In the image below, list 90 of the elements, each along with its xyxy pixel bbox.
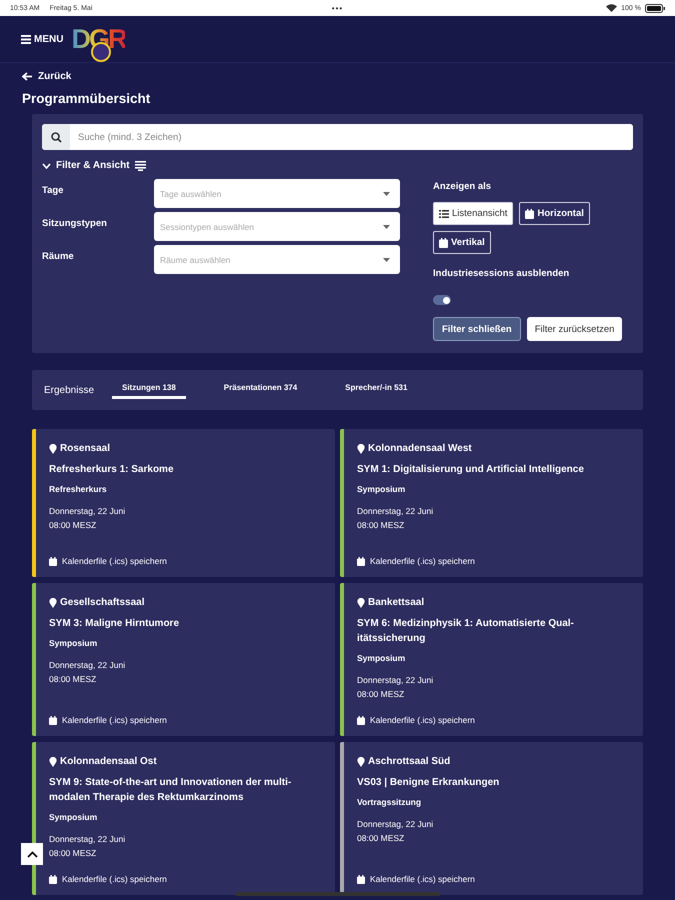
caret-icon	[383, 192, 390, 196]
results-tab[interactable]: Präsentationen 374	[214, 383, 308, 399]
session-type: Symposium	[49, 812, 98, 822]
calendar-link[interactable]: Kalenderfile (.ics) speichern	[357, 701, 475, 725]
session-time: 08:00 MESZ	[357, 688, 404, 701]
toggle-switch[interactable]	[433, 295, 451, 305]
scroll-top-button[interactable]	[21, 843, 43, 865]
pin-icon	[357, 444, 365, 454]
arrow-left-icon	[22, 72, 32, 80]
calendar-link[interactable]: Kalenderfile (.ics) speichern	[49, 860, 167, 884]
view-option[interactable]: Listenansicht	[433, 202, 514, 225]
session-card[interactable]: Kolonnadensaal West SYM 1: Digitalisierung und Artificial Intelligence Symposium Donnerstag, 22 Juni 08:00 MESZ Kalenderfile (.ics) speichern	[340, 429, 643, 577]
session-time: 08:00 MESZ	[49, 519, 96, 532]
list-icon	[439, 210, 449, 218]
filter-button[interactable]: Filter zurücksetzen	[526, 317, 622, 341]
session-card[interactable]: Rosensaal Refresherkurs 1: Sarkome Refresherkurs Donnerstag, 22 Juni 08:00 MESZ Kalenderfile (.ics) speichern	[32, 429, 335, 577]
calendar-icon	[357, 874, 365, 884]
calendar-link[interactable]: Kalenderfile (.ics) speichern	[49, 701, 167, 725]
room-name: Bankettsaal	[368, 597, 424, 608]
results-tab[interactable]: Sitzungen 138	[112, 383, 186, 399]
room-name: Kolonnadensaal Ost	[60, 756, 157, 767]
calendar-icon	[525, 208, 534, 218]
filter-button[interactable]: Filter schließen	[433, 317, 521, 341]
pin-icon	[357, 756, 365, 766]
view-option[interactable]: Vertikal	[433, 231, 491, 254]
page-title: Programmübersicht	[22, 91, 152, 106]
caret-icon	[383, 224, 390, 228]
filter-toggle[interactable]: Filter & Ansicht	[42, 160, 146, 171]
session-date: Donnerstag, 22 Juni	[357, 674, 434, 687]
menu-icon	[21, 34, 31, 44]
session-type: Symposium	[357, 653, 406, 663]
view-label: Anzeigen als	[433, 181, 492, 192]
results-label: Ergebnisse	[44, 384, 96, 396]
session-card[interactable]: Gesellschaftssaal SYM 3: Maligne Hirntumore Symposium Donnerstag, 22 Juni 08:00 MESZ Kalenderfile (.ics) speichern	[32, 583, 335, 736]
session-title: SYM 6: Medizinphysik 1: Automatisierte Qual-itätssicherung	[357, 617, 575, 646]
session-title: SYM 9: State-of-the-art und Innovationen der multi-modalen Therapie des Rektumkarzinoms	[49, 776, 292, 805]
session-time: 08:00 MESZ	[357, 832, 404, 845]
session-type: Vortragssitzung	[357, 797, 422, 807]
session-type: Symposium	[357, 484, 406, 494]
pin-icon	[49, 598, 57, 608]
calendar-icon	[49, 716, 57, 724]
session-time: 08:00 MESZ	[357, 519, 404, 532]
filter-icon	[134, 160, 146, 170]
search-icon	[50, 132, 62, 142]
room-name: Gesellschaftssaal	[60, 597, 144, 608]
filter-label: Räume	[42, 250, 75, 262]
pin-icon	[49, 756, 57, 766]
session-card[interactable]: Bankettsaal SYM 6: Medizinphysik 1: Automatisierte Qual-itätssicherung Symposium Donnerstag, 22 Juni 08:00 MESZ Kalenderfile (.ics) speichern	[340, 583, 643, 736]
calendar-icon	[49, 556, 57, 566]
toggle-label: Industriesessions ausblenden	[433, 268, 570, 279]
caret-icon	[383, 258, 390, 262]
filter-label: Tage	[42, 184, 64, 196]
room-name: Aschrottsaal Süd	[368, 756, 450, 767]
chevron-icon	[42, 162, 51, 168]
room-name: Rosensaal	[60, 443, 110, 454]
filter-label: Sitzungstypen	[42, 217, 108, 229]
calendar-icon	[357, 556, 365, 566]
battery-icon	[645, 4, 665, 12]
session-card[interactable]: Kolonnadensaal Ost SYM 9: State-of-the-art und Innovationen der multi-modalen Therapie des Rektumkarzinoms Symposium Donnerstag, 22 Juni 08:00 MESZ Kalenderfile (.ics) speichern	[32, 742, 335, 895]
calendar-icon	[439, 238, 448, 248]
calendar-link[interactable]: Kalenderfile (.ics) speichern	[49, 542, 167, 566]
session-date: Donnerstag, 22 Juni	[49, 659, 126, 672]
session-type: Refresherkurs	[49, 484, 107, 494]
session-title: SYM 1: Digitalisierung und Artificial Intelligence	[357, 463, 584, 477]
session-card[interactable]: Aschrottsaal Süd VS03 | Benigne Erkrankungen Vortragssitzung Donnerstag, 22 Juni 08:00 MESZ Kalenderfile (.ics) speichern	[340, 742, 643, 895]
session-date: Donnerstag, 22 Juni	[357, 505, 434, 518]
back-link[interactable]: Zurück	[22, 69, 72, 83]
session-title: VS03 | Benigne Erkrankungen	[357, 776, 500, 790]
session-title: SYM 3: Maligne Hirntumore	[49, 617, 180, 631]
pin-icon	[49, 444, 57, 454]
chevron-up-icon	[26, 850, 38, 858]
calendar-link[interactable]: Kalenderfile (.ics) speichern	[357, 860, 475, 884]
pin-icon	[357, 598, 365, 608]
calendar-link[interactable]: Kalenderfile (.ics) speichern	[357, 542, 475, 566]
multitask-dots[interactable]: •••	[332, 4, 344, 12]
session-date: Donnerstag, 22 Juni	[357, 818, 434, 831]
session-date: Donnerstag, 22 Juni	[49, 833, 126, 846]
session-title: Refresherkurs 1: Sarkome	[49, 463, 174, 477]
calendar-icon	[49, 874, 57, 884]
session-time: 08:00 MESZ	[49, 673, 96, 686]
view-option[interactable]: Horizontal	[519, 202, 590, 225]
session-date: Donnerstag, 22 Juni	[49, 505, 126, 518]
calendar-icon	[357, 716, 365, 724]
session-time: 08:00 MESZ	[49, 847, 96, 860]
results-tab[interactable]: Sprecher/-in 531	[335, 383, 418, 399]
menu-button[interactable]: MENU	[21, 34, 64, 44]
room-name: Kolonnadensaal West	[368, 443, 472, 454]
session-type: Symposium	[49, 638, 98, 648]
search-field[interactable]: Suche (mind. 3 Zeichen)	[42, 124, 633, 150]
wifi-icon	[606, 4, 618, 12]
